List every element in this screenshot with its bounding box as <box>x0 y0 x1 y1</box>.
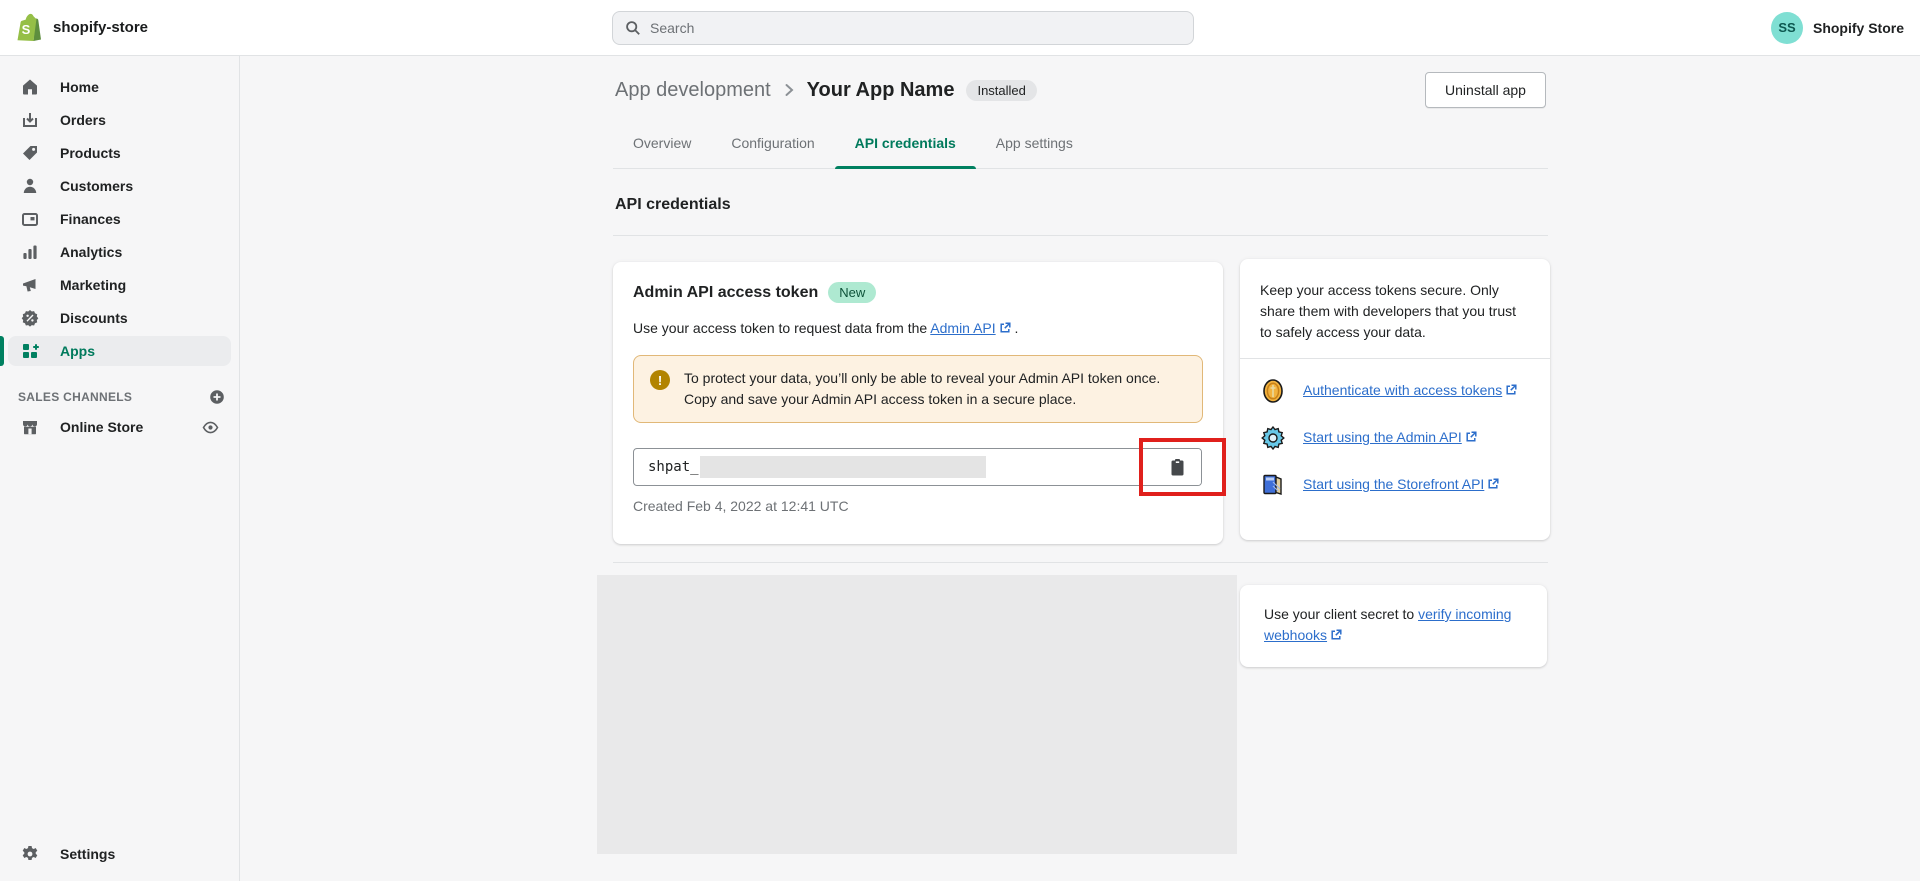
sales-channels-header: SALES CHANNELS <box>0 388 239 406</box>
sidebar-item-analytics[interactable]: Analytics <box>8 237 231 267</box>
customers-icon <box>20 176 40 196</box>
sidebar-item-orders[interactable]: Orders <box>8 105 231 135</box>
breadcrumb-app-development[interactable]: App development <box>615 79 771 102</box>
search-input[interactable] <box>650 20 1181 36</box>
top-bar: S shopify-store SS Shopify Store <box>0 0 1920 56</box>
tab-app-settings[interactable]: App settings <box>976 117 1093 168</box>
storefront-api-start-link[interactable]: Start using the Storefront API <box>1303 472 1499 494</box>
external-link-icon <box>1487 478 1499 490</box>
tab-api-credentials[interactable]: API credentials <box>835 117 976 168</box>
sidebar-item-label: Products <box>60 145 121 161</box>
home-icon <box>20 77 40 97</box>
gear-icon <box>20 844 40 864</box>
help-link-row: Start using the Admin API <box>1260 425 1530 451</box>
sidebar-item-label: Home <box>60 79 99 95</box>
sidebar: Home Orders Products Customers Finances <box>0 56 240 881</box>
view-store-eye-icon[interactable] <box>202 419 219 436</box>
store-name: shopify-store <box>53 19 148 36</box>
card-title: Admin API access token <box>633 284 818 302</box>
sidebar-item-label: Marketing <box>60 277 126 293</box>
svg-text:S: S <box>22 22 31 37</box>
gear-emoji-icon <box>1260 425 1286 451</box>
warning-text: To protect your data, you’ll only be abl… <box>684 368 1186 410</box>
sales-channels-label: SALES CHANNELS <box>18 390 132 404</box>
token-redaction <box>700 456 986 478</box>
token-prefix: shpat_ <box>634 459 699 475</box>
marketing-icon <box>20 275 40 295</box>
uninstall-app-button[interactable]: Uninstall app <box>1425 72 1546 108</box>
sidebar-item-settings[interactable]: Settings <box>8 839 231 869</box>
coin-icon <box>1260 378 1286 404</box>
access-token-field[interactable]: shpat_ <box>633 448 1202 486</box>
webhooks-card: Use your client secret to verify incomin… <box>1240 585 1547 667</box>
sidebar-item-products[interactable]: Products <box>8 138 231 168</box>
orders-icon <box>20 110 40 130</box>
tab-overview[interactable]: Overview <box>613 117 711 168</box>
book-icon <box>1260 472 1286 498</box>
discounts-icon <box>20 308 40 328</box>
external-link-icon <box>1465 431 1477 443</box>
card-description: Use your access token to request data fr… <box>633 318 1203 338</box>
sidebar-item-label: Apps <box>60 343 95 359</box>
section-title: API credentials <box>615 196 731 214</box>
warning-icon: ! <box>650 370 670 390</box>
sidebar-item-apps[interactable]: Apps <box>8 336 231 366</box>
breadcrumb: App development Your App Name Installed <box>615 72 1037 108</box>
warning-banner: ! To protect your data, you’ll only be a… <box>633 355 1203 423</box>
brand[interactable]: S shopify-store <box>0 13 148 43</box>
add-channel-button[interactable] <box>209 389 225 405</box>
external-link-icon <box>999 322 1011 334</box>
help-link-row: Authenticate with access tokens <box>1260 378 1530 404</box>
sidebar-item-label: Customers <box>60 178 133 194</box>
admin-api-start-link[interactable]: Start using the Admin API <box>1303 425 1477 447</box>
external-link-icon <box>1505 384 1517 396</box>
tab-configuration[interactable]: Configuration <box>711 117 834 168</box>
sidebar-item-label: Finances <box>60 211 121 227</box>
secure-tokens-text: Keep your access tokens secure. Only sha… <box>1240 259 1550 358</box>
external-link-icon <box>1330 629 1342 641</box>
admin-api-token-card: Admin API access token New Use your acce… <box>613 262 1223 544</box>
token-created-text: Created Feb 4, 2022 at 12:41 UTC <box>633 498 1203 514</box>
new-badge: New <box>828 282 876 303</box>
chevron-right-icon <box>783 83 795 97</box>
authenticate-link[interactable]: Authenticate with access tokens <box>1303 378 1517 400</box>
apps-icon <box>20 341 40 361</box>
search-icon <box>625 20 641 36</box>
sidebar-item-finances[interactable]: Finances <box>8 204 231 234</box>
secure-tokens-card: Keep your access tokens secure. Only sha… <box>1240 259 1550 540</box>
finances-icon <box>20 209 40 229</box>
main-content: App development Your App Name Installed … <box>240 56 1920 881</box>
avatar: SS <box>1771 12 1803 44</box>
divider <box>613 562 1548 563</box>
sidebar-item-customers[interactable]: Customers <box>8 171 231 201</box>
divider <box>613 235 1548 236</box>
selected-indicator <box>0 336 4 366</box>
account-menu[interactable]: SS Shopify Store <box>1771 12 1920 44</box>
sidebar-item-label: Analytics <box>60 244 122 260</box>
search-bar[interactable] <box>612 11 1194 45</box>
webhooks-text: Use your client secret to verify incomin… <box>1264 604 1523 646</box>
sidebar-item-marketing[interactable]: Marketing <box>8 270 231 300</box>
sidebar-item-label: Orders <box>60 112 106 128</box>
clipboard-icon <box>1170 458 1185 477</box>
admin-api-link[interactable]: Admin API <box>930 320 995 336</box>
redacted-placeholder <box>597 575 1237 854</box>
sidebar-item-label: Discounts <box>60 310 128 326</box>
shopify-logo-icon: S <box>15 13 42 43</box>
help-link-row: Start using the Storefront API <box>1260 472 1530 498</box>
storefront-icon <box>20 417 40 437</box>
sidebar-item-label: Online Store <box>60 419 143 435</box>
sidebar-item-home[interactable]: Home <box>8 72 231 102</box>
page-title: Your App Name <box>807 79 955 102</box>
tab-bar: Overview Configuration API credentials A… <box>613 117 1548 169</box>
sidebar-item-online-store[interactable]: Online Store <box>8 412 231 442</box>
copy-token-button[interactable] <box>1153 449 1201 485</box>
products-icon <box>20 143 40 163</box>
analytics-icon <box>20 242 40 262</box>
account-name: Shopify Store <box>1813 20 1904 36</box>
sidebar-item-discounts[interactable]: Discounts <box>8 303 231 333</box>
status-badge: Installed <box>966 80 1036 101</box>
sidebar-item-label: Settings <box>60 846 115 862</box>
